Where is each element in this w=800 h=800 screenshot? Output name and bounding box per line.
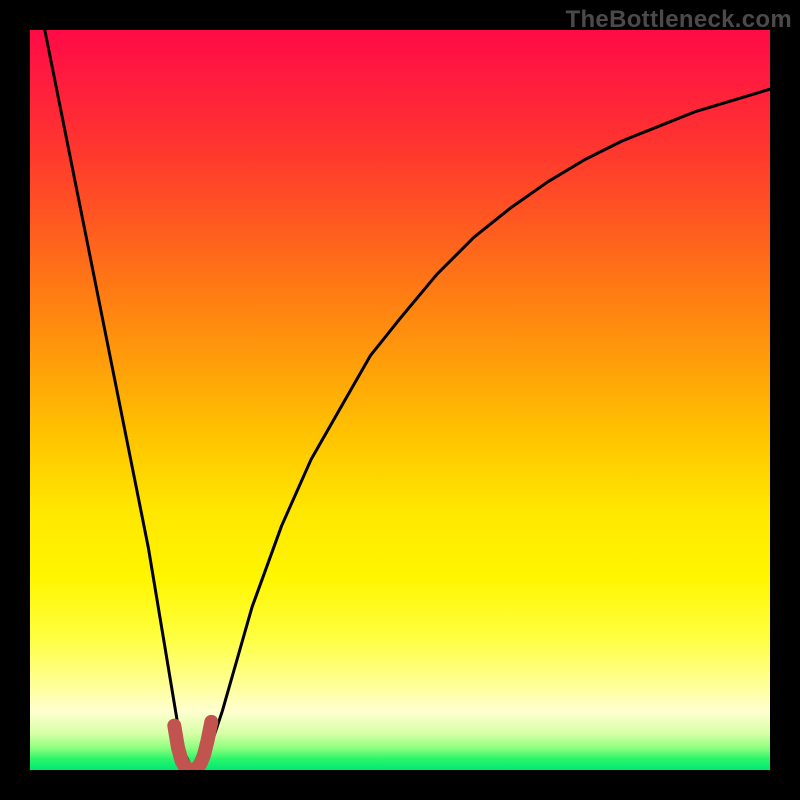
chart-frame: TheBottleneck.com — [0, 0, 800, 800]
bottleneck-curve — [30, 30, 770, 770]
curve-svg — [30, 30, 770, 770]
watermark-text: TheBottleneck.com — [566, 6, 792, 34]
plot-area — [30, 30, 770, 770]
bottleneck-highlight — [174, 722, 211, 770]
